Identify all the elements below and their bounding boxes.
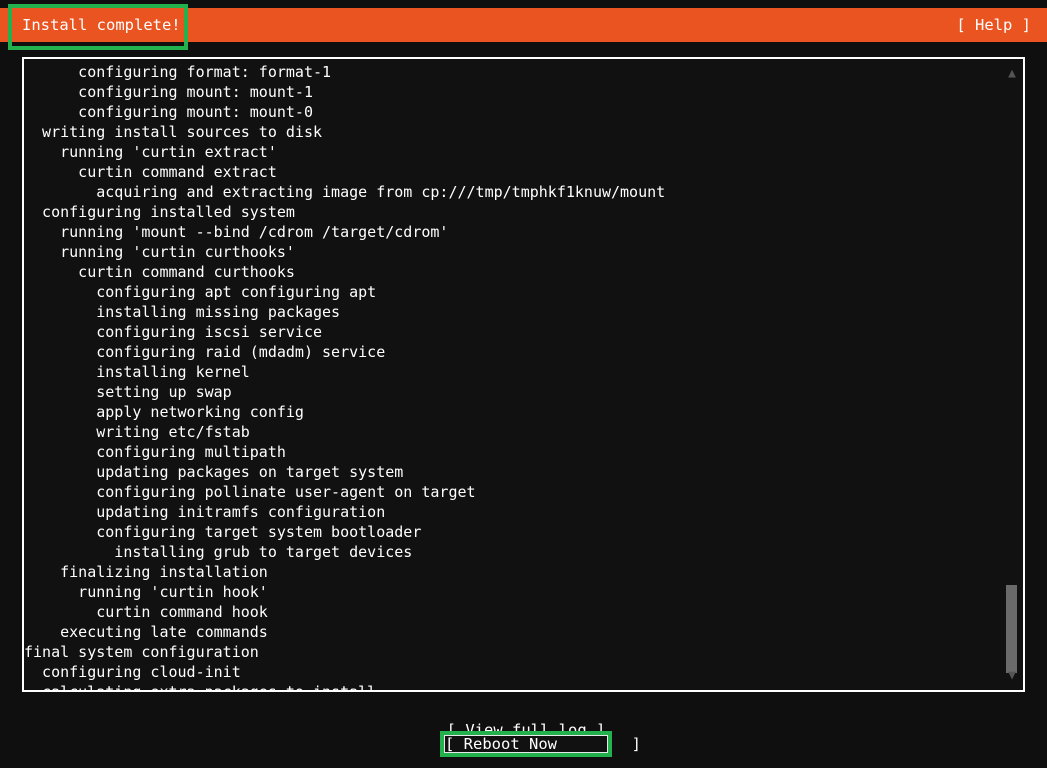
log-line: configuring apt configuring apt — [24, 283, 377, 301]
log-line: configuring format: format-1 — [24, 63, 332, 81]
log-line: installing grub to target devices — [24, 543, 413, 561]
install-log-text: configuring format: format-1 configuring… — [24, 62, 999, 692]
scrollbar-thumb[interactable] — [1006, 585, 1017, 673]
log-line: configuring pollinate user-agent on targ… — [24, 483, 476, 501]
install-log-panel: configuring format: format-1 configuring… — [22, 57, 1025, 692]
header-bar: Install complete! [ Help ] — [0, 8, 1047, 42]
log-line: running 'mount --bind /cdrom /target/cdr… — [24, 223, 449, 241]
scroll-down-arrow-icon[interactable]: ▼ — [1001, 667, 1023, 685]
page-title: Install complete! — [22, 16, 181, 34]
log-line: finalizing installation — [24, 563, 268, 581]
log-line: apply networking config — [24, 403, 304, 421]
help-button[interactable]: [ Help ] — [956, 15, 1031, 35]
log-scrollbar[interactable]: ▲ ▼ — [1001, 59, 1023, 690]
log-line: configuring multipath — [24, 443, 286, 461]
log-line: updating packages on target system — [24, 463, 404, 481]
scroll-up-arrow-icon[interactable]: ▲ — [1001, 65, 1023, 83]
log-line: configuring target system bootloader — [24, 523, 422, 541]
log-line: writing install sources to disk — [24, 123, 323, 141]
log-line: acquiring and extracting image from cp:/… — [24, 183, 666, 201]
log-line: running 'curtin hook' — [24, 583, 268, 601]
log-line: writing etc/fstab — [24, 423, 250, 441]
log-line: curtin command curthooks — [24, 263, 295, 281]
log-line: updating initramfs configuration — [24, 503, 386, 521]
reboot-now-button[interactable]: [ Reboot Now ] — [444, 735, 641, 753]
log-line: configuring raid (mdadm) service — [24, 343, 386, 361]
log-line: configuring installed system — [24, 203, 295, 221]
log-line: configuring iscsi service — [24, 323, 323, 341]
footer-buttons: [ View full log ] — [0, 692, 1047, 768]
log-line: curtin command hook — [24, 603, 268, 621]
log-line: curtin command extract — [24, 163, 277, 181]
log-line: executing late commands — [24, 623, 268, 641]
log-line: installing kernel — [24, 363, 250, 381]
log-line: installing missing packages — [24, 303, 341, 321]
log-line: calculating extra packages to install — [24, 683, 377, 692]
log-line: configuring mount: mount-0 — [24, 103, 313, 121]
log-line: setting up swap — [24, 383, 232, 401]
log-line: final system configuration — [24, 643, 259, 661]
log-line: configuring cloud-init — [24, 663, 241, 681]
log-line: running 'curtin curthooks' — [24, 243, 295, 261]
log-line: configuring mount: mount-1 — [24, 83, 313, 101]
log-line: running 'curtin extract' — [24, 143, 277, 161]
